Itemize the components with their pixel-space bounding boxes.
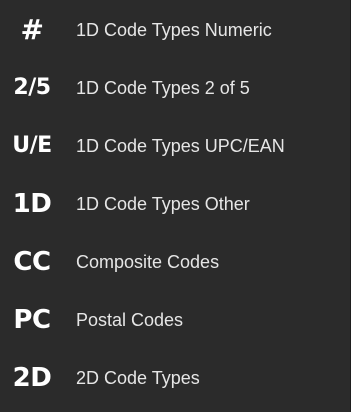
- menu-item-2d-code-types[interactable]: 2D 2D Code Types: [0, 354, 350, 402]
- upc-ean-icon: U/E: [12, 133, 52, 158]
- postal-codes-icon: PC: [13, 305, 51, 335]
- menu-item-label: Composite Codes: [76, 252, 220, 272]
- menu-item-1d-other[interactable]: 1D 1D Code Types Other: [0, 180, 350, 228]
- menu-item-label: 1D Code Types UPC/EAN: [76, 136, 285, 156]
- menu-item-postal-codes[interactable]: PC Postal Codes: [0, 296, 350, 344]
- one-d-icon: 1D: [12, 189, 52, 219]
- menu-item-label: 1D Code Types Numeric: [76, 20, 272, 40]
- menu-item-label: 1D Code Types Other: [76, 194, 250, 214]
- menu-item-1d-2-of-5[interactable]: 2/5 1D Code Types 2 of 5: [0, 64, 350, 112]
- two-of-five-icon: 2/5: [13, 75, 51, 100]
- menu-item-composite-codes[interactable]: CC Composite Codes: [0, 238, 350, 286]
- code-type-menu: # 1D Code Types Numeric 2/5 1D Code Type…: [0, 0, 351, 412]
- menu-item-1d-upc-ean[interactable]: U/E 1D Code Types UPC/EAN: [0, 122, 350, 170]
- menu-item-label: 2D Code Types: [76, 368, 200, 388]
- hash-icon: #: [20, 13, 44, 46]
- menu-item-label: 1D Code Types 2 of 5: [76, 78, 250, 98]
- menu-item-1d-numeric[interactable]: # 1D Code Types Numeric: [0, 6, 350, 54]
- composite-codes-icon: CC: [13, 247, 51, 277]
- two-d-icon: 2D: [12, 363, 52, 393]
- menu-item-label: Postal Codes: [76, 310, 184, 330]
